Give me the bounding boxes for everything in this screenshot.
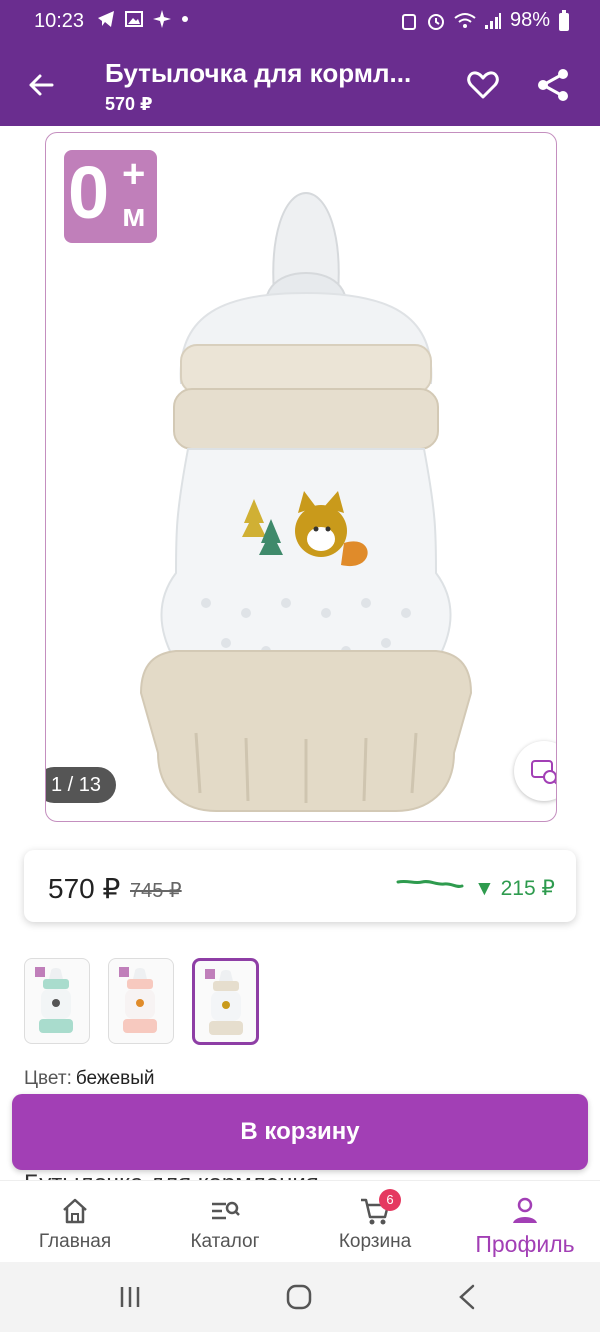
home-icon [63, 1198, 87, 1224]
color-variant-beige[interactable] [192, 958, 259, 1045]
price-drop: ▼ 215 ₽ [474, 877, 555, 900]
status-system-icons: 98% [400, 9, 570, 32]
battery-icon [559, 9, 569, 31]
recent-apps-icon[interactable] [118, 1285, 142, 1309]
image-icon [125, 11, 143, 27]
beige-bottle-thumbnail [205, 969, 243, 1035]
header-price: 570 ₽ [105, 94, 153, 114]
back-arrow-icon[interactable] [26, 70, 56, 100]
nav-item-home[interactable]: Главная [5, 1189, 145, 1253]
system-navigation-bar [0, 1262, 600, 1332]
dot-icon [182, 16, 188, 22]
color-value: бежевый [75, 1068, 155, 1089]
favorite-heart-icon[interactable] [466, 68, 500, 102]
nav-item-cart[interactable]: 6 Корзина [305, 1189, 445, 1253]
old-price: 745 ₽ [130, 880, 182, 902]
profile-icon [513, 1197, 537, 1223]
nav-label-catalog: Каталог [190, 1231, 260, 1252]
bottom-navigation: Главная Каталог 6 Корзина Профиль [0, 1180, 600, 1263]
status-bar: 10:23 98% [0, 0, 600, 44]
color-variant-pink[interactable] [108, 958, 174, 1044]
selected-color: Цвет: бежевый [24, 1068, 155, 1090]
pink-bottle-thumbnail [119, 967, 157, 1033]
catalog-search-icon [212, 1201, 240, 1220]
page-title: Бутылочка для кормл... [105, 58, 412, 88]
signal-icon [484, 12, 501, 29]
current-price: 570 ₽ [48, 873, 121, 904]
telegram-icon [98, 11, 114, 27]
image-counter: 1 / 13 [46, 767, 116, 803]
cart-count-badge: 6 [379, 1189, 401, 1211]
wifi-icon [454, 12, 476, 28]
price-card[interactable]: 570 ₽ 745 ₽ ▼ 215 ₽ [24, 850, 576, 922]
visual-search-button[interactable] [514, 741, 556, 801]
add-to-cart-button[interactable]: В корзину [12, 1094, 588, 1170]
nav-label-cart: Корзина [338, 1231, 412, 1252]
age-badge-number: 0 [68, 151, 110, 234]
home-button-icon[interactable] [285, 1283, 313, 1311]
color-variant-mint[interactable] [24, 958, 90, 1044]
color-variants [24, 958, 259, 1045]
status-time: 10:23 [34, 10, 85, 32]
price-trend-sparkline [396, 879, 464, 888]
battery-percentage: 98% [509, 9, 550, 31]
product-image-gallery[interactable]: 0 + м 1 / 13 [45, 132, 557, 822]
lock-battery-icon [401, 13, 416, 30]
nav-label-home: Главная [38, 1231, 112, 1252]
cart-icon-wrapper: 6 [359, 1189, 401, 1227]
app-bar: Бутылочка для кормл... 570 ₽ [0, 44, 600, 126]
mint-bottle-thumbnail [35, 967, 73, 1033]
status-notification-icons [96, 9, 190, 29]
nav-item-catalog[interactable]: Каталог [155, 1189, 295, 1253]
back-button-icon[interactable] [455, 1283, 479, 1311]
image-search-icon [531, 760, 556, 785]
color-label: Цвет: [24, 1068, 72, 1089]
alarm-icon [427, 13, 444, 30]
nav-label-profile: Профиль [475, 1231, 575, 1257]
share-icon[interactable] [536, 68, 570, 102]
sparkle-icon [153, 10, 171, 28]
nav-item-profile[interactable]: Профиль [455, 1189, 595, 1258]
product-bottle-image [139, 191, 473, 812]
